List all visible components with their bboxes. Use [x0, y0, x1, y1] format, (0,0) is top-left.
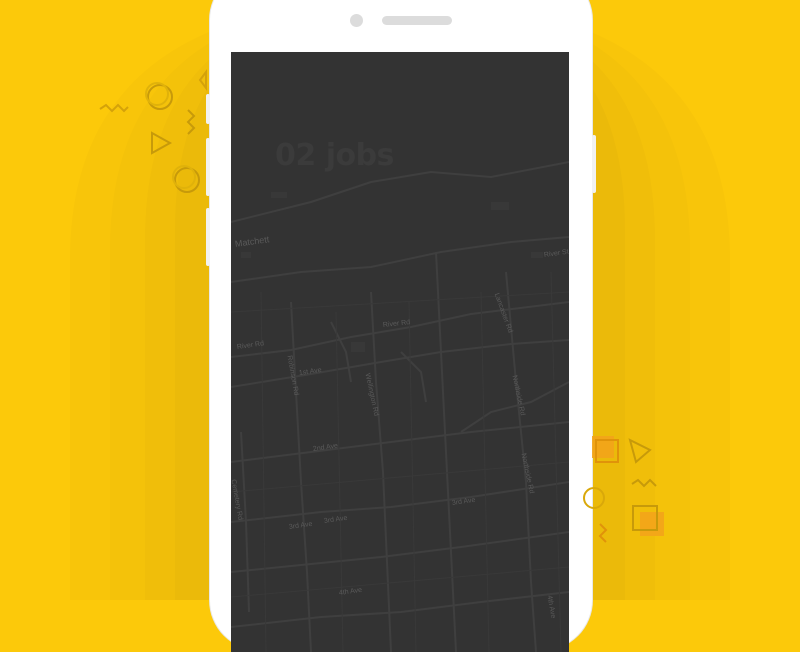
zigzag-shape: [631, 478, 657, 488]
square-shape: [592, 436, 619, 463]
decor-right-cluster: [583, 436, 664, 543]
triangle-shape: [628, 438, 652, 464]
zigzag-vertical-shape: [598, 523, 608, 543]
square-shape: [632, 505, 664, 536]
circle-shape: [583, 487, 605, 509]
